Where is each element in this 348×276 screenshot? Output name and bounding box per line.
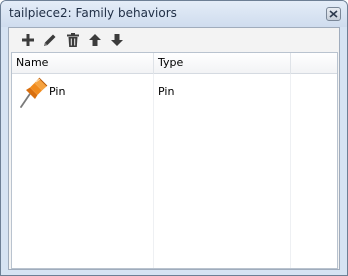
client-area: Name Type Pin Pin bbox=[8, 27, 340, 270]
row-name: Pin bbox=[49, 85, 66, 98]
plus-icon bbox=[22, 34, 34, 46]
delete-button[interactable] bbox=[64, 31, 82, 49]
pencil-icon bbox=[44, 34, 56, 46]
column-header-type[interactable]: Type bbox=[154, 53, 290, 74]
move-up-button[interactable] bbox=[86, 31, 104, 49]
arrow-up-icon bbox=[89, 34, 101, 46]
close-icon bbox=[329, 10, 338, 18]
toolbar bbox=[9, 28, 339, 52]
edit-button[interactable] bbox=[41, 31, 59, 49]
row-type: Pin bbox=[158, 85, 175, 98]
table-header: Name Type bbox=[12, 53, 337, 74]
add-button[interactable] bbox=[19, 31, 37, 49]
column-header-name[interactable]: Name bbox=[12, 53, 153, 74]
trash-icon bbox=[67, 33, 79, 47]
table-row[interactable]: Pin Pin bbox=[12, 74, 337, 110]
window-title: tailpiece2: Family behaviors bbox=[9, 6, 177, 20]
title-bar[interactable]: tailpiece2: Family behaviors bbox=[1, 1, 347, 27]
behaviors-table: Name Type Pin Pin bbox=[11, 52, 338, 269]
move-down-button[interactable] bbox=[108, 31, 126, 49]
pin-icon bbox=[20, 77, 48, 108]
behaviors-window: tailpiece2: Family behaviors Name Type P… bbox=[0, 0, 348, 276]
column-divider[interactable] bbox=[290, 53, 291, 74]
close-button[interactable] bbox=[326, 7, 341, 21]
arrow-down-icon bbox=[111, 34, 123, 46]
